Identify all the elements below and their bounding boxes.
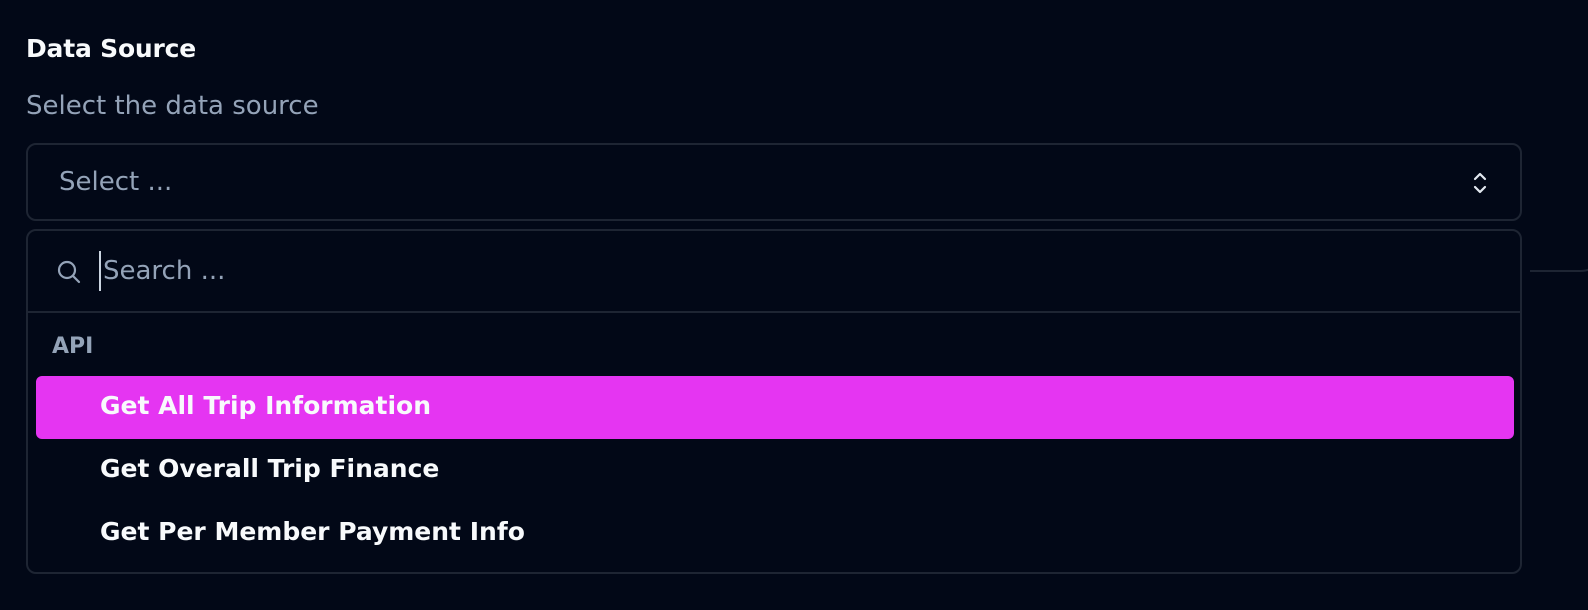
option-label: Get Per Member Payment Info <box>100 517 525 546</box>
background-card-edge <box>1530 0 1588 272</box>
option-get-per-member-payment-info[interactable]: Get Per Member Payment Info <box>36 502 1514 565</box>
chevrons-up-down-icon <box>1473 172 1487 194</box>
option-get-overall-trip-finance[interactable]: Get Overall Trip Finance <box>36 439 1514 502</box>
search-row <box>28 231 1520 313</box>
data-source-dropdown: API Get All Trip Information Get Overall… <box>26 229 1522 574</box>
option-label: Get Overall Trip Finance <box>100 454 440 483</box>
search-icon <box>57 260 81 284</box>
data-source-select[interactable]: Select ... <box>26 143 1522 221</box>
option-label: Get All Trip Information <box>100 391 432 420</box>
select-placeholder: Select ... <box>59 167 173 197</box>
field-title: Data Source <box>26 34 197 63</box>
group-label-api: API <box>52 334 94 359</box>
field-description: Select the data source <box>26 91 319 121</box>
search-input[interactable] <box>99 251 1483 291</box>
option-get-all-trip-information[interactable]: Get All Trip Information <box>36 376 1514 439</box>
